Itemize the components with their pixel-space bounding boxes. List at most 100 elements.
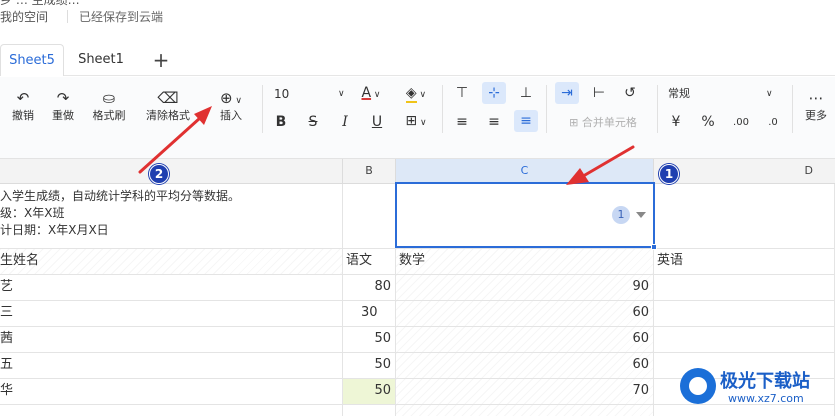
rotate-text-icon: ↺ xyxy=(624,85,636,101)
english-score-cell[interactable] xyxy=(654,275,835,300)
align-center-button[interactable]: ≡ xyxy=(483,113,505,131)
font-color-icon: A xyxy=(361,85,372,101)
table-row: 茜 50 60 xyxy=(0,327,835,353)
column-header-bar: B C D xyxy=(0,159,835,184)
merge-cells-button[interactable]: ⊞ 合并单元格 xyxy=(557,114,649,132)
chinese-score-cell[interactable]: 50 xyxy=(343,327,396,352)
column-header-c[interactable]: C xyxy=(396,159,654,183)
name-cell[interactable]: 茜 xyxy=(0,327,343,352)
bold-icon: B xyxy=(275,114,287,130)
english-score-cell[interactable] xyxy=(654,327,835,352)
text-overflow-button[interactable]: ⊢ xyxy=(588,84,610,102)
column-header-d[interactable]: D xyxy=(654,159,835,183)
chinese-score-cell[interactable] xyxy=(343,405,396,416)
bold-button[interactable]: B xyxy=(272,113,290,131)
undo-button[interactable]: ↶ 撤销 xyxy=(6,87,40,123)
align-left-icon: ≡ xyxy=(456,114,468,130)
dropdown-triangle-icon[interactable] xyxy=(636,212,646,218)
chinese-score-cell[interactable]: 80 xyxy=(343,275,396,300)
divider xyxy=(792,85,793,133)
save-status: 已经保存到云端 xyxy=(79,10,164,24)
chevron-down-icon: ∨ xyxy=(417,118,427,128)
top-bar: 乡 … 生成绩… 我的空间 已经保存到云端 xyxy=(0,0,835,35)
table-row: 艺 80 90 xyxy=(0,275,835,301)
fill-handle[interactable] xyxy=(651,244,657,250)
chevron-down-icon: ∨ xyxy=(371,90,381,100)
decimal-decrease-button[interactable]: .0 xyxy=(760,114,786,132)
name-cell[interactable]: 三 xyxy=(0,301,343,326)
italic-button[interactable]: I xyxy=(336,113,354,131)
strikethrough-icon: S xyxy=(308,114,318,130)
document-title[interactable]: 乡 … 生成绩… xyxy=(0,0,80,8)
number-format-select[interactable]: 常规 ∨ xyxy=(668,85,778,103)
format-painter-button[interactable]: ⛀ 格式刷 xyxy=(88,87,130,123)
plus-circle-icon: ⊕ ∨ xyxy=(219,89,243,107)
header-name-cell[interactable]: 生姓名 xyxy=(0,249,343,274)
math-score-cell[interactable]: 70 xyxy=(396,379,654,404)
align-top-button[interactable]: ⊤ xyxy=(451,84,473,102)
align-bottom-icon: ⊥ xyxy=(519,85,533,101)
strikethrough-button[interactable]: S xyxy=(304,113,322,131)
math-score-cell[interactable]: 60 xyxy=(396,327,654,352)
wrap-text-button[interactable]: ⇥ xyxy=(555,82,579,104)
border-grid-icon: ⊞ xyxy=(405,113,418,129)
math-score-cell[interactable]: 60 xyxy=(396,301,654,326)
name-cell[interactable] xyxy=(0,405,343,416)
overflow-icon: ⊢ xyxy=(592,85,606,101)
step-marker-1: 1 xyxy=(659,164,679,184)
align-left-button[interactable]: ≡ xyxy=(451,113,473,131)
underline-button[interactable]: U xyxy=(368,113,386,131)
chinese-score-cell[interactable]: 50 xyxy=(343,379,396,404)
math-score-cell[interactable] xyxy=(396,405,654,416)
paint-roller-icon: ⛀ xyxy=(102,89,116,107)
text-rotate-button[interactable]: ↺ xyxy=(619,84,641,102)
fill-color-button[interactable]: ◈ ∨ xyxy=(399,84,433,104)
align-right-button[interactable]: ≡ xyxy=(514,110,538,132)
math-score-cell[interactable]: 90 xyxy=(396,275,654,300)
chinese-score-cell[interactable]: 50 xyxy=(343,353,396,378)
divider xyxy=(442,85,443,133)
english-score-cell[interactable] xyxy=(654,301,835,326)
chevron-down-icon: ∨ xyxy=(232,96,243,106)
column-header-a[interactable] xyxy=(0,159,343,183)
percent-button[interactable]: % xyxy=(698,113,718,131)
clear-format-button[interactable]: ⌫ 清除格式 xyxy=(140,87,196,123)
tab-sheet1[interactable]: Sheet1 xyxy=(68,44,134,76)
name-cell[interactable]: 五 xyxy=(0,353,343,378)
header-chinese-cell[interactable]: 语文 xyxy=(343,249,396,274)
header-math-cell[interactable]: 数学 xyxy=(396,249,654,274)
align-bottom-button[interactable]: ⊥ xyxy=(515,84,537,102)
cell-count-badge: 1 xyxy=(612,206,630,224)
site-logo-icon xyxy=(680,368,716,404)
my-space-link[interactable]: 我的空间 xyxy=(0,8,48,25)
redo-button[interactable]: ↷ 重做 xyxy=(46,87,80,123)
font-color-button[interactable]: A ∨ xyxy=(356,84,386,104)
chevron-down-icon: ∨ xyxy=(338,89,345,99)
name-cell[interactable]: 华 xyxy=(0,379,343,404)
add-sheet-button[interactable]: + xyxy=(148,44,174,76)
header-english-cell[interactable]: 英语 xyxy=(654,249,835,274)
intro-text-cell[interactable]: 入学生成绩，自动统计学科的平均分等数据。 级：X年X班 计日期：X年X月X日 xyxy=(0,184,343,249)
divider xyxy=(262,85,263,133)
insert-button[interactable]: ⊕ ∨ 插入 xyxy=(210,87,252,123)
fill-bucket-icon: ◈ xyxy=(405,85,417,103)
cell-b1[interactable] xyxy=(343,184,396,248)
currency-button[interactable]: ¥ xyxy=(666,113,686,131)
name-cell[interactable]: 艺 xyxy=(0,275,343,300)
header-row: 生姓名 语文 数学 英语 xyxy=(0,249,835,275)
divider xyxy=(657,85,658,133)
math-score-cell[interactable]: 60 xyxy=(396,353,654,378)
align-middle-button[interactable]: ⊹ xyxy=(482,82,506,104)
column-header-b[interactable]: B xyxy=(343,159,396,183)
divider xyxy=(546,85,547,133)
tab-sheet5[interactable]: Sheet5 xyxy=(0,44,64,76)
more-button[interactable]: ⋯ 更多 xyxy=(801,87,831,123)
cell-d1[interactable] xyxy=(654,184,835,248)
chinese-score-cell[interactable]: 30 xyxy=(343,301,396,326)
border-button[interactable]: ⊞ ∨ xyxy=(399,112,433,132)
divider xyxy=(67,10,68,23)
decimal-increase-button[interactable]: .00 xyxy=(728,114,754,132)
underline-icon: U xyxy=(371,114,383,130)
table-row: 三 30 60 xyxy=(0,301,835,327)
font-size-select[interactable]: 10 ∨ xyxy=(274,85,345,103)
